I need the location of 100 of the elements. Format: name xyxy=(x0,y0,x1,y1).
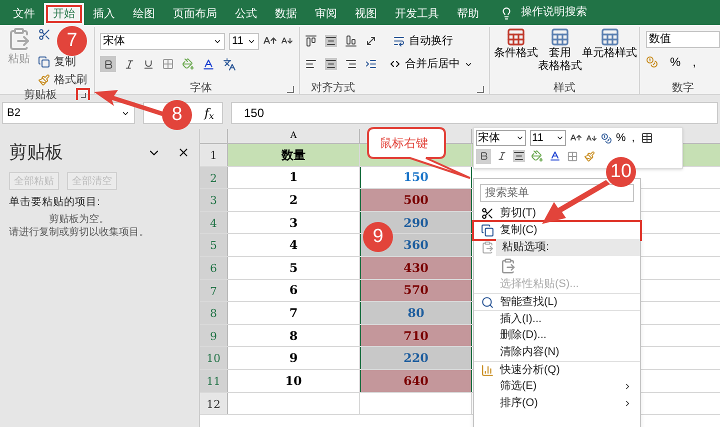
ribbon-tab[interactable]: 开发工具 xyxy=(386,3,448,25)
ribbon-tab[interactable]: 帮助 xyxy=(448,3,488,25)
currency-icon[interactable] xyxy=(601,132,612,144)
fill-color-icon[interactable] xyxy=(182,58,194,70)
ribbon-tab[interactable]: 视图 xyxy=(346,3,386,25)
align-left-icon[interactable] xyxy=(305,58,317,70)
row-header[interactable]: 11 xyxy=(200,370,228,392)
menu-item[interactable]: 剪切(T) xyxy=(500,205,640,222)
copy-icon xyxy=(38,56,50,68)
font-color-icon[interactable] xyxy=(549,150,561,162)
search-field[interactable]: 搜索菜单 xyxy=(480,184,634,202)
table-cell: 710 xyxy=(360,324,472,346)
style-button[interactable]: 单元格样式 xyxy=(582,27,637,81)
group-label: 数字 xyxy=(671,81,695,95)
group-label: 字体 xyxy=(190,81,212,95)
font-color-icon[interactable] xyxy=(202,58,215,70)
menu-item[interactable]: 排序(O) xyxy=(500,395,640,412)
row-header[interactable]: 6 xyxy=(200,256,228,279)
ribbon-tab[interactable]: 公式 xyxy=(226,3,266,25)
ribbon-tab[interactable]: 插入 xyxy=(84,3,124,25)
font-name-field[interactable]: 宋体 xyxy=(476,130,526,146)
align-top-icon[interactable] xyxy=(305,35,317,47)
phonetic-icon[interactable] xyxy=(223,58,236,70)
orientation-icon[interactable] xyxy=(365,35,377,47)
column-header[interactable]: A xyxy=(228,129,360,143)
row-header[interactable]: 7 xyxy=(200,280,228,302)
italic-icon[interactable] xyxy=(124,58,135,70)
copy-button[interactable]: 复制 xyxy=(38,54,87,70)
row-header[interactable]: 4 xyxy=(200,212,228,234)
empty-message: 剪贴板为空。 xyxy=(49,212,109,226)
table-cell: 220 xyxy=(360,347,472,369)
bold-icon[interactable] xyxy=(476,148,491,164)
align-center-icon[interactable] xyxy=(325,58,337,70)
row-header[interactable]: 9 xyxy=(200,324,228,346)
lightbulb-icon xyxy=(500,7,513,20)
underline-icon[interactable] xyxy=(143,58,154,70)
menu-item[interactable]: 删除(D)... xyxy=(500,327,640,344)
font-size-field[interactable]: 11 xyxy=(229,32,259,50)
percent-button[interactable]: % xyxy=(670,53,681,71)
tell-me-search[interactable]: 操作说明搜索 xyxy=(521,4,587,20)
formula-field[interactable]: 150 xyxy=(231,102,718,124)
ribbon-tab[interactable]: 审阅 xyxy=(306,3,346,25)
percent-button[interactable]: % xyxy=(616,130,626,146)
row-header[interactable]: 5 xyxy=(200,234,228,256)
wrap-text-button[interactable]: 自动换行 xyxy=(393,32,453,50)
align-bottom-icon[interactable] xyxy=(345,35,357,47)
search-icon xyxy=(480,296,494,308)
ribbon-tab[interactable]: 绘图 xyxy=(124,3,164,25)
shrink-font-icon[interactable] xyxy=(586,132,597,144)
row-header[interactable]: 1 xyxy=(200,144,228,166)
italic-icon[interactable] xyxy=(497,151,507,161)
font-size-field[interactable]: 11 xyxy=(530,130,566,146)
paste-option-icon[interactable] xyxy=(500,258,516,274)
merge-center-button[interactable]: 合并后居中 xyxy=(389,56,473,72)
comma-button[interactable]: , xyxy=(692,53,696,71)
paintbrush-icon[interactable] xyxy=(584,150,595,162)
table-icon xyxy=(506,27,526,47)
comma-button[interactable]: , xyxy=(630,130,637,146)
copy-icon xyxy=(480,224,494,237)
font-name-field[interactable]: 宋体 xyxy=(100,32,225,50)
format-painter-button[interactable]: 格式刷 xyxy=(38,72,87,88)
row-header[interactable]: 12 xyxy=(200,392,228,414)
insert-function-button[interactable]: f$_{x}$ xyxy=(204,104,214,122)
border-icon[interactable] xyxy=(567,150,578,162)
border-icon[interactable] xyxy=(162,58,174,70)
ribbon-tab[interactable]: 文件 xyxy=(4,3,44,25)
ribbon-tab[interactable]: 开始 xyxy=(44,3,84,25)
row-header[interactable]: 2 xyxy=(200,166,228,188)
ribbon-tab[interactable]: 页面布局 xyxy=(164,3,226,25)
menu-item[interactable]: 插入(I)... xyxy=(500,310,640,328)
launcher-icon[interactable] xyxy=(287,86,294,93)
indent-icon[interactable] xyxy=(365,58,377,70)
style-button[interactable]: 套用 表格格式 xyxy=(538,27,582,81)
merge-icon xyxy=(389,58,401,70)
row-header[interactable]: 8 xyxy=(200,302,228,324)
menu-item[interactable]: 筛选(E) xyxy=(500,378,640,395)
align-center-icon[interactable] xyxy=(513,150,525,162)
table-icon[interactable] xyxy=(640,132,653,144)
menu-item[interactable]: 快速分析(Q) xyxy=(500,362,640,378)
pane-prompt: 单击要粘贴的项目: xyxy=(9,195,101,210)
name-box[interactable]: B2 xyxy=(2,102,135,124)
group-label: 对齐方式 xyxy=(310,81,355,95)
table-cell: 80 xyxy=(360,302,472,324)
menu-item[interactable]: 智能查找(L) xyxy=(500,294,640,310)
fill-color-icon[interactable] xyxy=(531,150,543,162)
row-header[interactable]: 10 xyxy=(200,347,228,369)
bold-icon[interactable] xyxy=(100,56,116,72)
align-right-icon[interactable] xyxy=(345,58,357,70)
scissors-icon xyxy=(480,207,494,220)
align-middle-icon[interactable] xyxy=(325,35,337,47)
number-format-field[interactable]: 数值 xyxy=(646,31,720,48)
style-button[interactable]: 条件格式 xyxy=(494,27,538,81)
table-cell: 640 xyxy=(360,370,472,392)
menu-item[interactable]: 复制(C) xyxy=(474,222,640,239)
ribbon-tab[interactable]: 数据 xyxy=(266,3,306,25)
launcher-icon[interactable] xyxy=(477,86,484,93)
close-icon[interactable] xyxy=(177,146,190,159)
row-header[interactable]: 3 xyxy=(200,189,228,211)
chart-icon xyxy=(480,364,494,376)
menu-item[interactable]: 清除内容(N) xyxy=(500,344,640,361)
